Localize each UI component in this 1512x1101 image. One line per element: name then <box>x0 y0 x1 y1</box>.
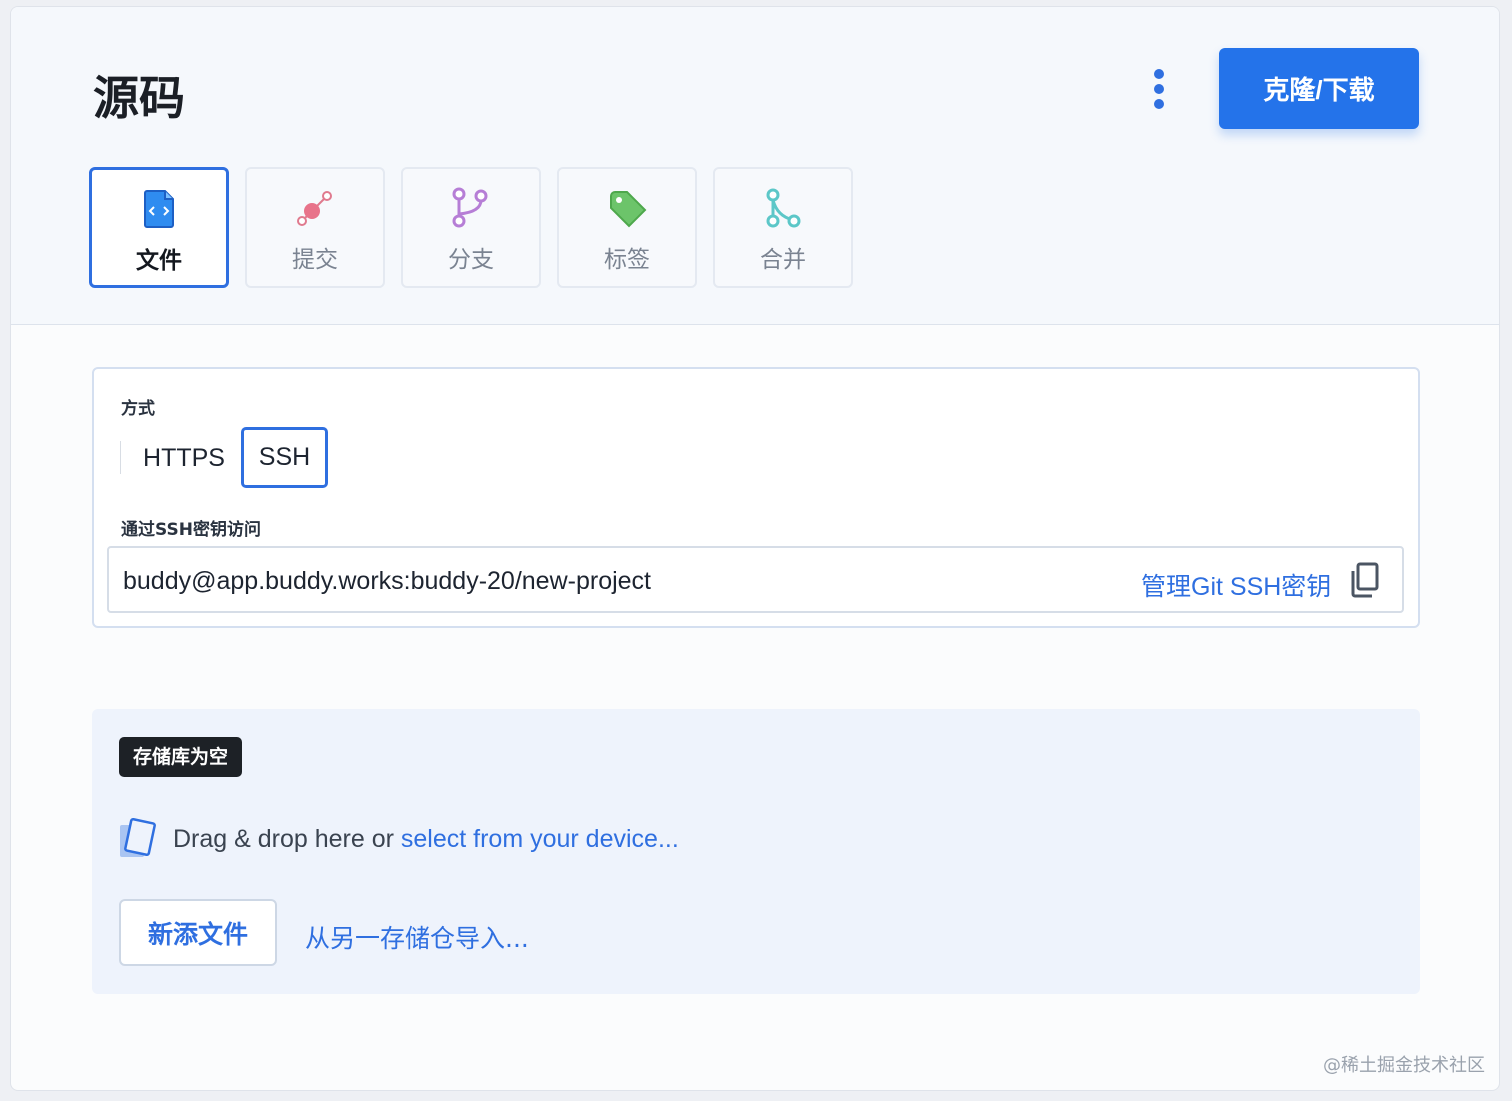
copy-icon[interactable] <box>1349 562 1379 598</box>
tab-commits[interactable]: 提交 <box>245 167 385 288</box>
branch-icon <box>452 187 488 228</box>
ssh-access-label: 通过SSH密钥访问 <box>121 520 261 540</box>
tab-branches[interactable]: 分支 <box>401 167 541 288</box>
import-from-repo-link[interactable]: 从另一存储仓导入... <box>305 919 529 955</box>
header: 源码 克隆/下载 文件 提交 分支 标签 合并 <box>11 7 1499 325</box>
manage-ssh-keys-link[interactable]: 管理Git SSH密钥 <box>1141 567 1331 603</box>
method-label: 方式 <box>121 399 155 419</box>
drop-zone-prefix: Drag & drop here or <box>173 825 401 853</box>
tab-commits-label: 提交 <box>292 247 338 273</box>
method-ssh-option[interactable]: SSH <box>241 427 328 488</box>
tab-tags[interactable]: 标签 <box>557 167 697 288</box>
source-card: 源码 克隆/下载 文件 提交 分支 标签 合并 方式 HTTPS SSH 通过S… <box>10 6 1500 1091</box>
clone-url-text[interactable]: buddy@app.buddy.works:buddy-20/new-proje… <box>123 567 651 596</box>
clone-download-button[interactable]: 克隆/下载 <box>1219 48 1419 129</box>
kebab-menu-icon[interactable] <box>1151 69 1167 111</box>
commit-icon <box>297 191 332 226</box>
file-drop-icon <box>120 817 156 857</box>
divider <box>120 441 121 474</box>
drop-zone-text: Drag & drop here or select from your dev… <box>173 825 679 854</box>
access-method-panel: 方式 HTTPS SSH 通过SSH密钥访问 buddy@app.buddy.w… <box>92 367 1420 628</box>
tag-icon <box>610 191 647 228</box>
page-title: 源码 <box>93 71 185 125</box>
select-from-device-link[interactable]: select from your device... <box>401 825 679 853</box>
tab-merge[interactable]: 合并 <box>713 167 853 288</box>
empty-repo-panel: 存储库为空 Drag & drop here or select from yo… <box>92 709 1420 994</box>
clone-url-field[interactable]: buddy@app.buddy.works:buddy-20/new-proje… <box>107 546 1404 613</box>
tab-tags-label: 标签 <box>604 247 650 273</box>
watermark: @稀土掘金技术社区 <box>1323 1055 1485 1076</box>
file-code-icon <box>144 190 174 228</box>
tab-branches-label: 分支 <box>448 247 494 273</box>
method-https-option[interactable]: HTTPS <box>134 429 234 487</box>
empty-repo-badge: 存储库为空 <box>119 737 243 777</box>
tab-merge-label: 合并 <box>760 247 806 273</box>
add-new-file-button[interactable]: 新添文件 <box>119 899 277 966</box>
tab-files-label: 文件 <box>136 248 182 274</box>
tab-files[interactable]: 文件 <box>89 167 229 288</box>
merge-icon <box>766 188 801 228</box>
